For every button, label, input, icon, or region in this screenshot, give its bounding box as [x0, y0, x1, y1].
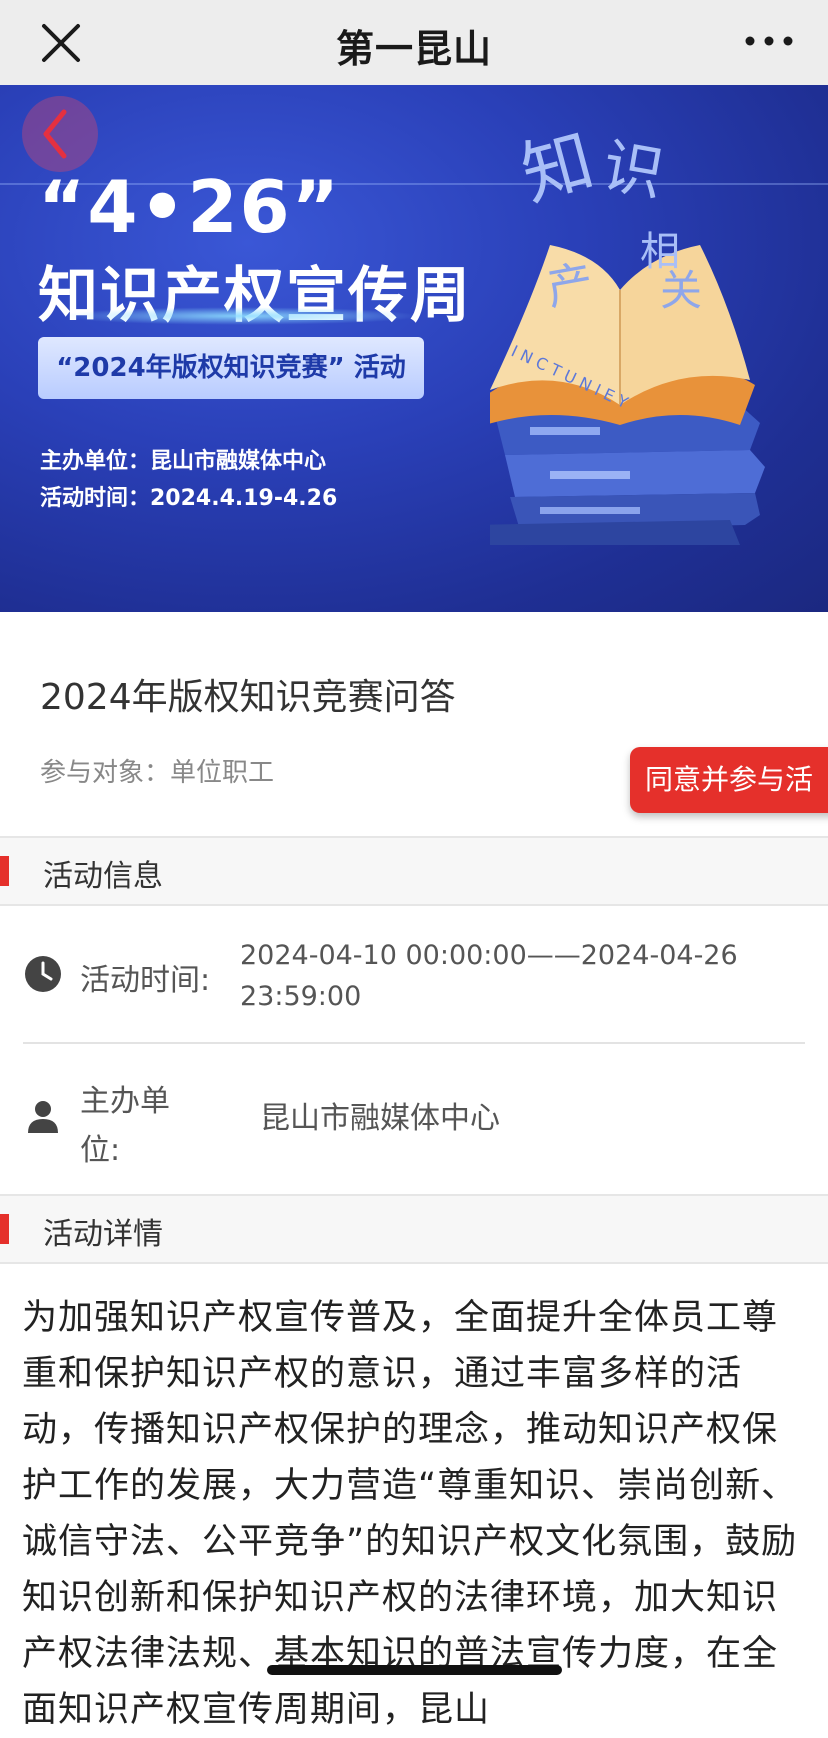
user-icon: [28, 1101, 58, 1133]
glyph-guan: 关: [660, 266, 702, 315]
book-stack: [490, 405, 765, 545]
page-title: 第一昆山: [335, 27, 492, 71]
open-book-illustration: 知 识 相 产 关 I N C T U N I E Y: [490, 119, 765, 545]
activity-target: 参与对象：单位职工: [40, 758, 275, 788]
banner-glow: [60, 307, 420, 325]
row-divider: [23, 1042, 805, 1044]
event-banner: “4•26” 知识产权宣传周 “2024年版权知识竞赛” 活动 主办单位：昆山市…: [0, 85, 828, 612]
host-label-line2: 位:: [80, 1133, 121, 1168]
home-indicator[interactable]: [267, 1665, 562, 1675]
section-accent-bar: [0, 1214, 9, 1244]
activity-info-header: 活动信息: [0, 836, 828, 906]
top-nav-bar: 第一昆山: [0, 0, 828, 86]
activity-time-line2: 23:59:00: [240, 981, 362, 1012]
chevron-left-icon: [43, 109, 67, 159]
activity-details-title: 活动详情: [43, 1217, 163, 1252]
clock-icon: [25, 956, 61, 992]
section-accent-bar: [0, 856, 9, 886]
banner-activity-pill: “2024年版权知识竞赛” 活动: [38, 337, 424, 399]
glyph-shi: 识: [597, 131, 668, 210]
glyph-chan: 产: [543, 255, 598, 316]
activity-time-line1: 2024-04-10 00:00:00——2024-04-26: [240, 940, 738, 971]
glyph-zhi: 知: [513, 119, 602, 216]
activity-details-header: 活动详情: [0, 1194, 828, 1264]
activity-info-title: 活动信息: [43, 859, 163, 894]
banner-time: 活动时间：2024.4.19-4.26: [40, 486, 338, 511]
banner-host: 主办单位：昆山市融媒体中心: [40, 449, 327, 474]
host-value: 昆山市融媒体中心: [260, 1101, 500, 1136]
more-options-icon[interactable]: [744, 30, 794, 52]
back-button[interactable]: [22, 96, 98, 172]
activity-time-label: 活动时间:: [80, 963, 211, 998]
agree-join-button[interactable]: 同意并参与活: [630, 747, 828, 813]
host-label-line1: 主办单: [80, 1084, 170, 1119]
activity-title: 2024年版权知识竞赛问答: [40, 677, 456, 718]
banner-date-quote: “4•26”: [38, 165, 341, 249]
